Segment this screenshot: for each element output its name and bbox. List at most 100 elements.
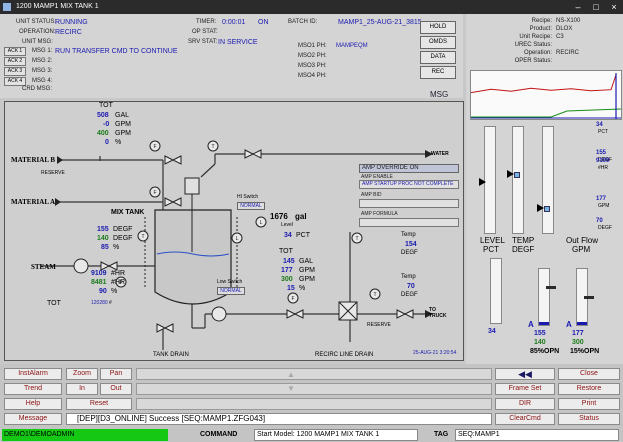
level-out-value: 34 — [488, 328, 496, 335]
nav-down-icon[interactable]: ▼ — [287, 384, 295, 393]
clearcmd-button[interactable]: ClearCmd — [495, 413, 555, 425]
low-switch-label: Low Switch — [217, 279, 243, 285]
level-value: 1676 — [270, 212, 288, 221]
unit-status-value: RUNNING — [55, 19, 88, 26]
flow-out-fill — [577, 322, 587, 325]
amp-bid-label: AMP BID — [361, 192, 382, 198]
recipe-label-0: Recipe: — [531, 18, 552, 24]
prev-arrow-button[interactable]: ◀◀ — [495, 368, 555, 380]
mso-1-label: MSO1 PH: — [298, 43, 327, 49]
svg-text:F: F — [153, 190, 156, 196]
title-bar: 1200 MAMP1 MIX TANK 1 – □ × — [0, 0, 623, 14]
trend-button[interactable]: Trend — [4, 383, 62, 395]
zoom-out-button[interactable]: Out — [100, 383, 132, 395]
temp-out-bar — [538, 268, 550, 326]
minimize-icon[interactable]: – — [569, 0, 587, 14]
scale-unit-3: GPM — [598, 203, 610, 209]
feed-gpm-value: -0 — [103, 121, 110, 128]
material-b-label: MATERIAL B — [11, 156, 56, 164]
operation-label: OPERATION: — [19, 29, 56, 35]
zoom-button[interactable]: Zoom — [66, 368, 98, 380]
close-button[interactable]: Close — [558, 368, 620, 380]
svg-text:T: T — [373, 292, 376, 298]
print-button[interactable]: Print — [558, 398, 620, 410]
recipe-label-4: Operation: — [523, 50, 552, 56]
amp-formula-label: AMP FORMULA — [361, 211, 398, 217]
recipe-label-2: Unit Recipe: — [519, 34, 552, 40]
zoom-in-button[interactable]: In — [66, 383, 98, 395]
maximize-icon[interactable]: □ — [587, 0, 605, 14]
recipe-value-1: DLOX — [556, 26, 573, 32]
hold-button[interactable]: HOLD — [420, 21, 456, 34]
tank-drain-label: TANK DRAIN — [153, 352, 189, 358]
batch-id-label: BATCH ID: — [288, 19, 318, 25]
app-icon — [3, 3, 11, 11]
reset-button[interactable]: Reset — [66, 398, 132, 410]
tot2-value: 120280 — [91, 300, 108, 306]
command-field[interactable]: Start Model: 1200 MAMP1 MIX TANK 1 — [254, 429, 418, 441]
temp2-value: 70 — [407, 283, 415, 290]
unit-status-label: UNIT STATUS: — [16, 19, 57, 25]
trend-chart[interactable] — [470, 70, 622, 120]
ack-3-button[interactable]: ACK 3 — [4, 67, 26, 76]
temp2-unit: DEGF — [401, 292, 418, 298]
steam-pv-unit: #HR — [111, 270, 126, 277]
temp2-label: Temp — [401, 274, 416, 280]
window-title: 1200 MAMP1 MIX TANK 1 — [16, 3, 99, 10]
nav-row-3 — [136, 398, 492, 410]
msg-label: MSG — [430, 90, 449, 99]
graphic-date: 25-AUG-21 3:20:54 — [413, 350, 457, 356]
svg-text:F: F — [291, 296, 294, 302]
nav-row-2: ▼ — [136, 383, 492, 395]
frame-set-button[interactable]: Frame Set — [495, 383, 555, 395]
scale-value-1: 155 — [596, 150, 607, 156]
svg-text:L: L — [260, 220, 263, 226]
recipe-value-4: RECIRC — [556, 50, 580, 56]
temp-out-pv: 155 — [534, 330, 546, 337]
pan-button[interactable]: Pan — [100, 368, 132, 380]
dir-button[interactable]: DIR — [495, 398, 555, 410]
level-pct-unit: PCT — [296, 232, 310, 239]
trend-line-red — [470, 74, 617, 94]
restore-button[interactable]: Restore — [558, 383, 620, 395]
agitator-motor — [184, 177, 200, 195]
tag-field[interactable]: SEQ:MAMP1 — [455, 429, 619, 441]
recipe-label-3: UREC Status: — [514, 42, 552, 48]
mso-3-label: MSO3 PH: — [298, 63, 327, 69]
out-sp-unit: GPM — [299, 276, 315, 283]
flow-unit-rp: GPM — [572, 245, 591, 254]
batch-id-value: MAMP1_25-AUG-21_3815 — [338, 19, 422, 26]
amp-override[interactable]: AMP OVERRIDE ON — [359, 164, 459, 173]
rec-button[interactable]: REC — [420, 66, 456, 79]
reserve-label: RESERVE — [41, 170, 65, 176]
omds-button[interactable]: OMDS — [420, 36, 456, 49]
operation-value: RECIRC — [55, 29, 82, 36]
temp-sp-marker — [514, 172, 520, 178]
data-button[interactable]: DATA — [420, 51, 456, 64]
amp-formula-field[interactable] — [359, 218, 459, 227]
msg-4-label: MSG 4: — [32, 78, 53, 84]
ack-4-button[interactable]: ACK 4 — [4, 77, 26, 86]
ack-2-button[interactable]: ACK 2 — [4, 57, 26, 66]
status-button[interactable]: Status — [558, 413, 620, 425]
user-indicator: DEMO1\DEMOADMIN — [2, 429, 168, 441]
scale-value-2: 9109 — [596, 158, 610, 164]
crd-msg-label: CRD MSG: — [22, 86, 52, 92]
nav-up-icon[interactable]: ▲ — [287, 370, 295, 379]
flow-bar — [542, 126, 554, 234]
trend-svg — [470, 73, 622, 119]
steam-sp-value: 8481 — [91, 279, 107, 286]
feed-gal-unit: GAL — [115, 112, 130, 119]
scale-value-3: 177 — [596, 196, 607, 202]
out-gal-value: 145 — [283, 258, 295, 265]
close-icon[interactable]: × — [605, 0, 623, 14]
help-button[interactable]: Help — [4, 398, 62, 410]
msg-3-label: MSG 3: — [32, 68, 53, 74]
steam-pv-value: 9109 — [91, 270, 107, 277]
ack-1-button[interactable]: ACK 1 — [4, 47, 26, 56]
timer-state: ON — [258, 19, 269, 26]
feed-pct-unit: % — [115, 139, 122, 146]
instalarm-button[interactable]: InstAlarm — [4, 368, 62, 380]
amp-bid-field[interactable] — [359, 199, 459, 208]
out-pct-unit: % — [299, 285, 306, 292]
